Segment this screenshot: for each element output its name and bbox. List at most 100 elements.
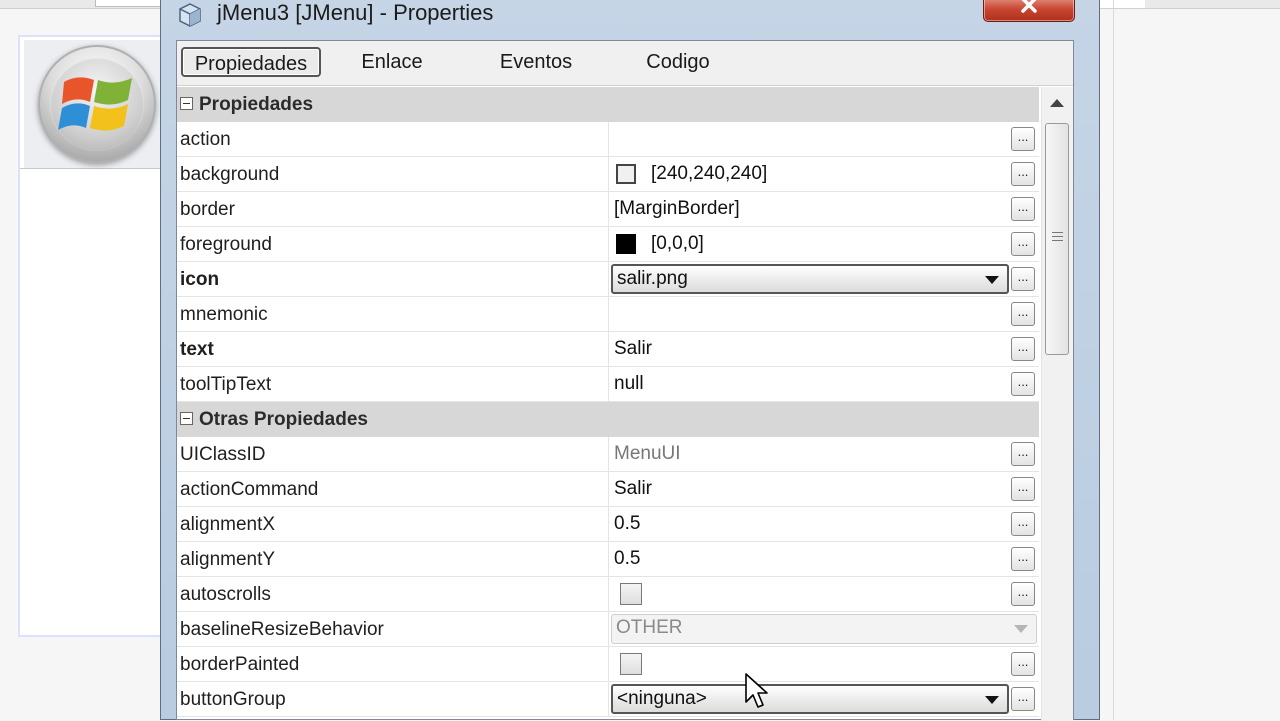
- ellipsis-button[interactable]: ...: [1011, 442, 1035, 466]
- collapse-icon[interactable]: [180, 412, 193, 425]
- windows-logo-icon: [58, 77, 132, 131]
- column-divider: [608, 227, 609, 261]
- ellipsis-button[interactable]: ...: [1011, 512, 1035, 536]
- ellipsis-button[interactable]: ...: [1011, 162, 1035, 186]
- ellipsis-button[interactable]: ...: [1011, 337, 1035, 361]
- property-value[interactable]: [0,0,0]: [651, 227, 704, 261]
- property-row-alignmenty[interactable]: alignmentY 0.5 ...: [177, 542, 1039, 577]
- ellipsis-button[interactable]: ...: [1011, 127, 1035, 151]
- scrollbar-thumb[interactable]: [1045, 123, 1069, 355]
- buttongroup-dropdown[interactable]: <ninguna>: [611, 684, 1009, 714]
- background-panel-divider: [20, 168, 170, 169]
- grip-line: [1052, 236, 1063, 237]
- property-row-buttongroup[interactable]: buttonGroup <ninguna> ...: [177, 682, 1039, 717]
- property-name: borderPainted: [180, 654, 300, 675]
- title-bar[interactable]: jMenu3 [JMenu] - Properties: [161, 0, 1099, 32]
- property-row-actioncommand[interactable]: actionCommand Salir ...: [177, 472, 1039, 507]
- property-row-border[interactable]: border [MarginBorder] ...: [177, 192, 1039, 227]
- property-name: baselineResizeBehavior: [180, 619, 384, 640]
- property-row-background[interactable]: background [240,240,240] ...: [177, 157, 1039, 192]
- tab-enlace[interactable]: Enlace: [337, 47, 447, 77]
- property-value[interactable]: Salir: [614, 332, 652, 366]
- ellipsis-button[interactable]: ...: [1011, 197, 1035, 221]
- column-divider: [608, 297, 609, 331]
- property-value[interactable]: [240,240,240]: [651, 157, 767, 191]
- property-name: buttonGroup: [180, 689, 286, 710]
- property-name: text: [180, 339, 214, 360]
- column-divider: [608, 507, 609, 541]
- property-value[interactable]: null: [614, 367, 644, 401]
- property-row-foreground[interactable]: foreground [0,0,0] ...: [177, 227, 1039, 262]
- property-name: action: [180, 129, 231, 150]
- property-value[interactable]: [MarginBorder]: [614, 192, 740, 226]
- column-divider: [608, 577, 609, 611]
- property-name: foreground: [180, 234, 272, 255]
- property-name: mnemonic: [180, 304, 268, 325]
- property-row-icon[interactable]: icon salir.png ...: [177, 262, 1039, 297]
- property-name: background: [180, 164, 280, 185]
- ellipsis-button[interactable]: ...: [1011, 477, 1035, 501]
- column-divider: [608, 122, 609, 156]
- column-divider: [608, 192, 609, 226]
- property-sheet: Propiedades action ... background [240,2…: [177, 87, 1039, 721]
- property-name: alignmentX: [180, 514, 276, 535]
- dropdown-arrow-icon[interactable]: [985, 696, 999, 704]
- ellipsis-button[interactable]: ...: [1011, 652, 1035, 676]
- ellipsis-button[interactable]: ...: [1011, 547, 1035, 571]
- color-swatch: [616, 164, 636, 184]
- ellipsis-button[interactable]: ...: [1011, 582, 1035, 606]
- vertical-scrollbar[interactable]: [1041, 87, 1073, 721]
- category-otras-propiedades[interactable]: Otras Propiedades: [177, 402, 1039, 437]
- property-value[interactable]: 0.5: [614, 507, 640, 541]
- background-divider: [1113, 0, 1114, 720]
- property-row-action[interactable]: action ...: [177, 122, 1039, 157]
- property-name: icon: [180, 269, 220, 290]
- borderpainted-checkbox[interactable]: [620, 653, 642, 675]
- property-row-text[interactable]: text Salir ...: [177, 332, 1039, 367]
- column-divider: [608, 542, 609, 576]
- property-value[interactable]: Salir: [614, 472, 652, 506]
- color-swatch: [616, 234, 636, 254]
- tab-bar: Propiedades Enlace Eventos Codigo: [177, 41, 1073, 86]
- tab-codigo[interactable]: Codigo: [622, 47, 734, 77]
- property-row-baselineresizebehavior[interactable]: baselineResizeBehavior OTHER: [177, 612, 1039, 647]
- column-divider: [608, 367, 609, 401]
- ellipsis-button[interactable]: ...: [1011, 302, 1035, 326]
- column-divider: [608, 437, 609, 471]
- property-row-tooltiptext[interactable]: toolTipText null ...: [177, 367, 1039, 402]
- icon-dropdown[interactable]: salir.png: [611, 264, 1009, 294]
- property-value[interactable]: 0.5: [614, 542, 640, 576]
- grip-line: [1052, 232, 1063, 233]
- window-title: jMenu3 [JMenu] - Properties: [217, 0, 494, 25]
- dropdown-arrow-icon[interactable]: [985, 276, 999, 284]
- ellipsis-button[interactable]: ...: [1011, 372, 1035, 396]
- tab-propiedades[interactable]: Propiedades: [181, 47, 321, 77]
- property-row-alignmentx[interactable]: alignmentX 0.5 ...: [177, 507, 1039, 542]
- scroll-up-arrow-icon[interactable]: [1050, 99, 1064, 107]
- property-row-uiclassid[interactable]: UIClassID MenuUI ...: [177, 437, 1039, 472]
- collapse-icon[interactable]: [180, 97, 193, 110]
- tab-eventos[interactable]: Eventos: [477, 47, 595, 77]
- autoscrolls-checkbox[interactable]: [620, 583, 642, 605]
- column-divider: [608, 262, 609, 296]
- properties-dialog: jMenu3 [JMenu] - Properties Propiedades …: [160, 0, 1100, 721]
- close-icon: [1021, 0, 1037, 13]
- property-row-borderpainted[interactable]: borderPainted ...: [177, 647, 1039, 682]
- category-label: Otras Propiedades: [199, 409, 368, 430]
- property-row-autoscrolls[interactable]: autoscrolls ...: [177, 577, 1039, 612]
- column-divider: [608, 612, 609, 646]
- column-divider: [608, 647, 609, 681]
- ellipsis-button[interactable]: ...: [1011, 687, 1035, 711]
- ellipsis-button[interactable]: ...: [1011, 232, 1035, 256]
- category-propiedades[interactable]: Propiedades: [177, 87, 1039, 122]
- grip-line: [1052, 240, 1063, 241]
- ellipsis-button[interactable]: ...: [1011, 267, 1035, 291]
- property-name: autoscrolls: [180, 584, 271, 605]
- close-button[interactable]: [983, 0, 1075, 22]
- dialog-content: Propiedades Enlace Eventos Codigo Propie…: [176, 40, 1074, 721]
- column-divider: [608, 157, 609, 191]
- dropdown-arrow-icon: [1014, 625, 1028, 633]
- column-divider: [608, 332, 609, 366]
- property-row-mnemonic[interactable]: mnemonic ...: [177, 297, 1039, 332]
- property-value: MenuUI: [614, 443, 681, 464]
